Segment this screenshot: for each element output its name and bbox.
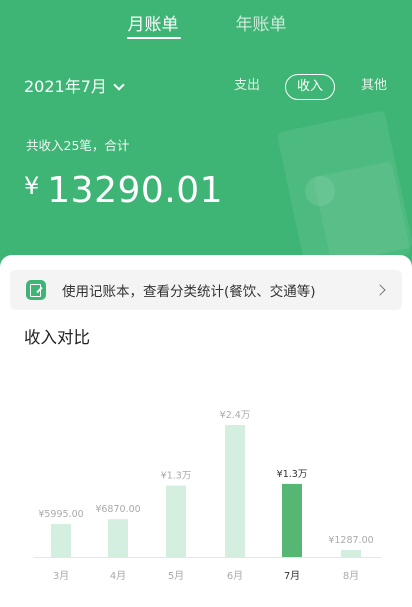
tab-monthly-bill[interactable]: 月账单 <box>120 10 186 40</box>
type-tab-other[interactable]: 其他 <box>358 74 390 100</box>
income-summary: 共收入25笔，合计 <box>26 138 130 153</box>
chart-value-label: ¥6870.00 <box>95 504 140 515</box>
currency-symbol: ¥ <box>24 172 40 200</box>
header: 月账单 年账单 2021年7月 支出 收入 其他 共收入25笔，合计 ¥ 132… <box>0 0 412 270</box>
chart-bar[interactable] <box>51 524 71 557</box>
chart-category-label: 7月 <box>284 570 300 582</box>
chart-bar[interactable] <box>108 519 128 557</box>
chart-bar[interactable] <box>166 485 186 558</box>
total-amount: ¥ 13290.01 <box>24 170 223 211</box>
amount-value: 13290.01 <box>47 170 224 211</box>
type-tab-expense[interactable]: 支出 <box>232 74 262 100</box>
chevron-down-icon <box>113 79 125 91</box>
chart-category-label: 6月 <box>227 570 243 582</box>
chart-bar[interactable] <box>225 425 245 557</box>
chart-category-label: 3月 <box>53 570 69 582</box>
chart-bar[interactable] <box>282 483 302 557</box>
chart-value-label: ¥1287.00 <box>328 535 373 546</box>
month-selector-label: 2021年7月 <box>24 77 107 96</box>
chart-value-label: ¥1.3万 <box>161 471 192 482</box>
chart-category-label: 8月 <box>343 570 359 582</box>
chart-category-label: 5月 <box>168 570 184 582</box>
chart-bar[interactable] <box>341 549 361 557</box>
chart-value-label: ¥1.3万 <box>277 469 308 480</box>
content-sheet: 使用记账本，查看分类统计(餐饮、交通等) 收入对比 ¥5995.00 3月 ¥687… <box>0 255 412 607</box>
month-selector[interactable]: 2021年7月 <box>24 75 125 99</box>
income-comparison-chart: ¥5995.00 3月 ¥6870.00 4月 ¥1.3万 5月 ¥2.4万 6月 ¥1.3万 7… <box>33 410 381 582</box>
chart-value-label: ¥2.4万 <box>220 410 251 421</box>
tab-yearly-bill[interactable]: 年账单 <box>228 10 294 40</box>
background-decoration <box>305 176 335 206</box>
chart-value-label: ¥5995.00 <box>38 509 83 520</box>
chart-category-label: 4月 <box>110 570 126 582</box>
type-tab-income[interactable]: 收入 <box>285 74 335 100</box>
active-tab-indicator <box>127 37 181 39</box>
